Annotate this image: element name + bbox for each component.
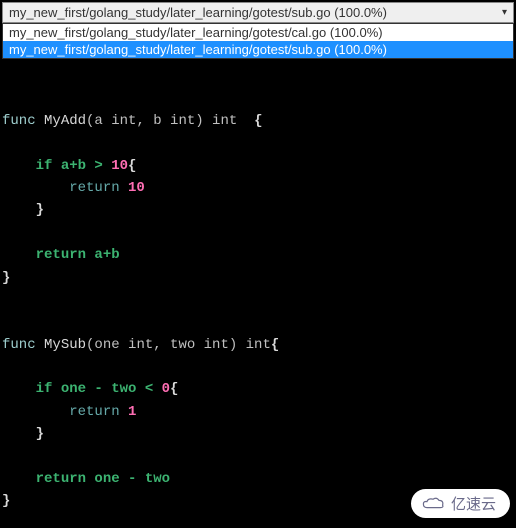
keyword-return: return (69, 180, 128, 196)
watermark-badge: 亿速云 (411, 489, 510, 518)
brace-close: } (36, 426, 44, 442)
func-name: MySub (44, 337, 86, 353)
func-params: (a int, b int) int (86, 113, 254, 129)
keyword-return: return (69, 404, 128, 420)
chevron-down-icon: ▾ (502, 7, 507, 18)
dropdown-selected-label: my_new_first/golang_study/later_learning… (9, 5, 387, 20)
brace-close: } (2, 270, 10, 286)
condition: one - two < (52, 381, 161, 397)
dropdown-options-list: my_new_first/golang_study/later_learning… (2, 23, 514, 59)
brace-close: } (2, 493, 10, 509)
func-params: (one int, two int) int (86, 337, 271, 353)
watermark-text: 亿速云 (451, 493, 496, 514)
number-literal: 0 (162, 381, 170, 397)
keyword-func: func (2, 113, 44, 129)
dropdown-selected-row[interactable]: my_new_first/golang_study/later_learning… (2, 2, 514, 23)
return-expr: one - two (86, 471, 170, 487)
dropdown-option[interactable]: my_new_first/golang_study/later_learning… (3, 41, 513, 58)
keyword-if: if (36, 158, 53, 174)
number-literal: 10 (111, 158, 128, 174)
brace-open: { (254, 113, 262, 129)
number-literal: 1 (128, 404, 136, 420)
brace-open: { (170, 381, 178, 397)
code-viewer: func MyAdd(a int, b int) int { if a+b > … (0, 61, 516, 517)
return-expr: a+b (86, 247, 120, 263)
blank-line (2, 90, 10, 106)
dropdown-option[interactable]: my_new_first/golang_study/later_learning… (3, 24, 513, 41)
number-literal: 10 (128, 180, 145, 196)
keyword-return: return (36, 247, 86, 263)
brace-open: { (271, 337, 279, 353)
keyword-if: if (36, 381, 53, 397)
brace-close: } (36, 202, 44, 218)
keyword-func: func (2, 337, 44, 353)
condition: a+b > (52, 158, 111, 174)
keyword-return: return (36, 471, 86, 487)
brace-open: { (128, 158, 136, 174)
cloud-icon (421, 496, 445, 512)
file-selector-dropdown[interactable]: my_new_first/golang_study/later_learning… (0, 0, 516, 61)
func-name: MyAdd (44, 113, 86, 129)
